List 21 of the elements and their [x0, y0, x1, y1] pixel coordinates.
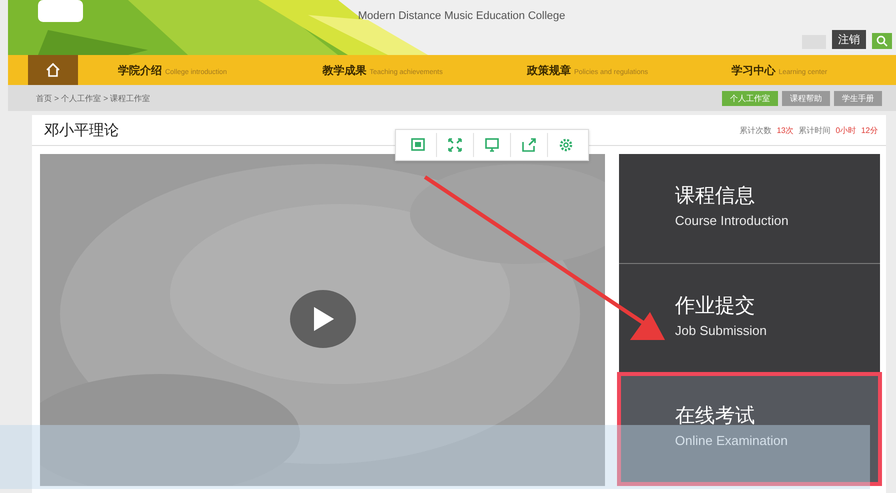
- stat-value: 13次: [776, 124, 794, 136]
- monitor-icon: [410, 137, 426, 153]
- search-icon: [876, 35, 888, 47]
- stat-value: 12分: [861, 124, 878, 136]
- menu-tile[interactable]: 作业提交 Job Submission: [619, 264, 880, 374]
- search-button[interactable]: [872, 33, 892, 49]
- menu-tile[interactable]: 在线考试 Online Examination: [619, 374, 880, 484]
- stat-value: 0小时: [836, 124, 856, 136]
- breadcrumb: 首页 > 个人工作室 > 课程工作室: [36, 92, 150, 104]
- settings-icon: [558, 137, 574, 153]
- stat-label: 累计时间: [798, 124, 831, 136]
- share-icon: [521, 137, 537, 153]
- home-icon: [45, 63, 61, 77]
- stat-label: 累计次数: [740, 124, 772, 136]
- home-button[interactable]: [28, 55, 78, 85]
- college-name: Modern Distance Music Education College: [358, 10, 566, 22]
- expand-icon: [447, 137, 463, 153]
- menu-tile[interactable]: 课程信息 Course Introduction: [619, 154, 880, 264]
- logout-button[interactable]: 注销: [832, 30, 866, 49]
- screen-icon: [484, 137, 500, 153]
- course-title: 邓小平理论: [44, 120, 119, 140]
